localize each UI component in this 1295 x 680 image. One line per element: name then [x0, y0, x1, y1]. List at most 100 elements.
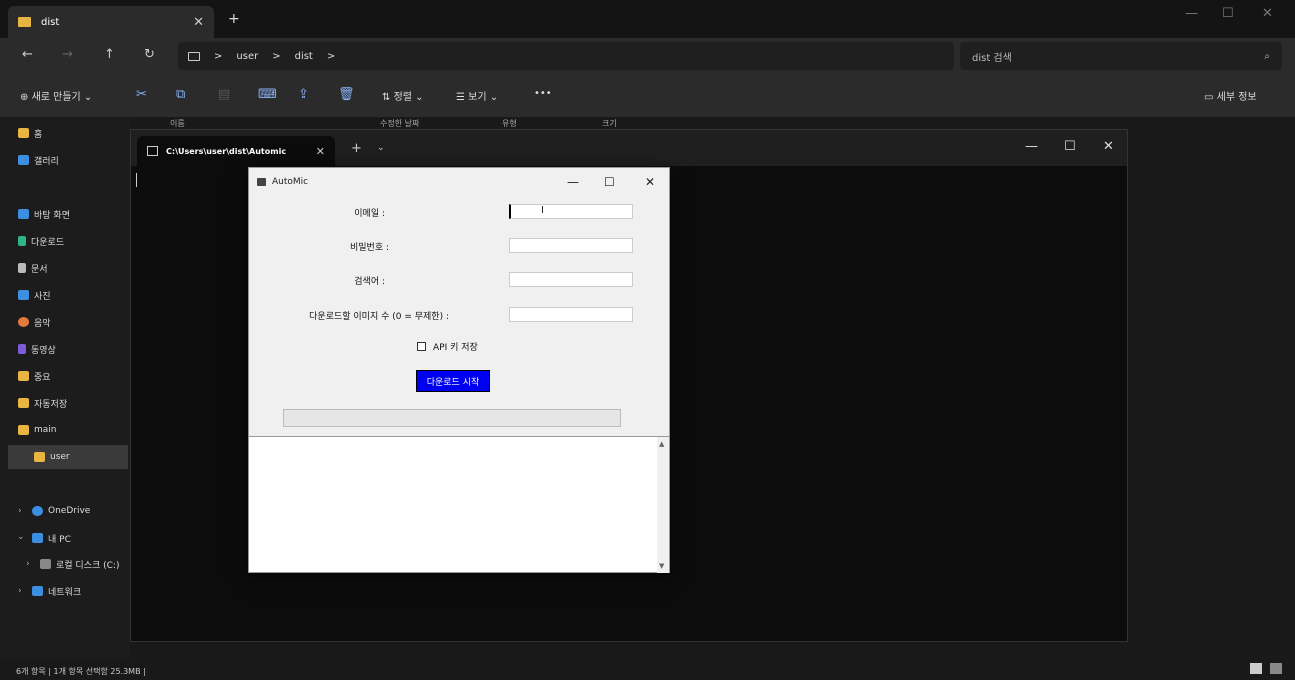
- log-scrollbar[interactable]: ▲ ▼: [657, 437, 669, 573]
- sidebar-item-thispc[interactable]: 내 PC: [32, 528, 128, 548]
- sidebar-item-home[interactable]: 홈: [18, 123, 128, 143]
- chevron-right-icon[interactable]: ›: [18, 506, 22, 516]
- explorer-tab-bar: dist ✕ + — ☐ ✕: [0, 0, 1295, 38]
- details-button-label: 세부 정보: [1216, 92, 1257, 103]
- sidebar-item-gallery[interactable]: 갤러리: [18, 150, 128, 170]
- view-button-label: 보기: [468, 92, 487, 103]
- explorer-maximize-button[interactable]: ☐: [1222, 6, 1234, 21]
- breadcrumb-dist[interactable]: dist: [295, 51, 313, 62]
- sidebar-label: 음악: [34, 318, 51, 329]
- refresh-button[interactable]: ↻: [144, 47, 155, 62]
- new-button[interactable]: ⊕ 새로 만들기 ⌄: [20, 88, 92, 103]
- details-view-icon[interactable]: [1250, 663, 1262, 674]
- explorer-tab-title: dist: [41, 16, 60, 28]
- back-button[interactable]: ←: [22, 47, 33, 62]
- breadcrumb-separator: >: [272, 50, 281, 62]
- sidebar-item-downloads[interactable]: 다운로드: [18, 231, 128, 251]
- delete-icon[interactable]: 🗑: [338, 87, 355, 102]
- share-icon[interactable]: ⇪: [298, 87, 309, 102]
- dialog-close-button[interactable]: ✕: [645, 175, 655, 189]
- desktop-icon: [18, 209, 29, 219]
- cloud-icon: [32, 506, 43, 516]
- explorer-command-bar: ⊕ 새로 만들기 ⌄ ✂ ⧉ ▤ ⌨ ⇪ 🗑 ⇅ 정렬 ⌄ ☰ 보기 ⌄ •••…: [0, 74, 1295, 118]
- new-tab-button[interactable]: +: [228, 11, 240, 27]
- terminal-tab[interactable]: C:\Users\user\dist\Automic ✕: [137, 136, 335, 166]
- gallery-icon: [18, 155, 29, 165]
- up-button[interactable]: ↑: [104, 47, 115, 62]
- sidebar-label: 다운로드: [31, 237, 65, 248]
- view-button[interactable]: ☰ 보기 ⌄: [456, 88, 498, 103]
- rename-icon[interactable]: ⌨: [258, 87, 277, 102]
- sidebar-item-network[interactable]: 네트워크: [32, 581, 128, 601]
- sort-button[interactable]: ⇅ 정렬 ⌄: [382, 88, 424, 103]
- details-button[interactable]: ▭ 세부 정보: [1204, 88, 1257, 103]
- save-api-key-label[interactable]: API 키 저장: [433, 340, 478, 353]
- keyword-field[interactable]: [509, 272, 633, 287]
- scroll-down-icon[interactable]: ▼: [659, 562, 664, 570]
- desktop: dist ✕ + — ☐ ✕ ← → ↑ ↻ > user > dist > d…: [0, 0, 1295, 680]
- close-tab-icon[interactable]: ✕: [193, 15, 204, 30]
- sidebar-item-folder-important[interactable]: 중요: [18, 366, 128, 386]
- sidebar-item-folder-user[interactable]: user: [8, 445, 128, 469]
- sidebar-label: 자동저장: [34, 399, 68, 410]
- chevron-right-icon[interactable]: ›: [18, 586, 22, 596]
- terminal-tab-close-icon[interactable]: ✕: [316, 145, 325, 158]
- explorer-tab-dist[interactable]: dist ✕: [8, 6, 214, 38]
- terminal-tab-title: C:\Users\user\dist\Automic: [166, 146, 287, 156]
- terminal-cursor: [136, 173, 137, 187]
- cut-icon[interactable]: ✂: [136, 87, 147, 102]
- breadcrumb-user[interactable]: user: [236, 51, 258, 62]
- terminal-minimize-button[interactable]: —: [1025, 139, 1038, 154]
- password-label: 비밀번호 :: [349, 243, 389, 253]
- count-label: 다운로드할 이미지 수 (0 = 무제한) :: [309, 312, 449, 322]
- sidebar-label: 네트워크: [48, 587, 82, 598]
- explorer-minimize-button[interactable]: —: [1185, 6, 1198, 21]
- email-field[interactable]: [509, 204, 633, 219]
- sidebar-item-videos[interactable]: 동영상: [18, 339, 128, 359]
- sidebar-item-documents[interactable]: 문서: [18, 258, 128, 278]
- copy-icon[interactable]: ⧉: [176, 87, 185, 102]
- sidebar-item-music[interactable]: 음악: [18, 312, 128, 332]
- terminal-maximize-button[interactable]: ☐: [1064, 139, 1076, 154]
- explorer-sidebar: [0, 118, 130, 660]
- save-api-key-checkbox[interactable]: [417, 342, 426, 351]
- explorer-address-row: ← → ↑ ↻ > user > dist > dist 검색 ⌕: [0, 38, 1295, 74]
- chevron-right-icon[interactable]: ›: [26, 559, 30, 569]
- sidebar-label: 내 PC: [48, 534, 71, 545]
- sidebar-label: 바탕 화면: [34, 210, 70, 221]
- sidebar-item-folder-main[interactable]: main: [18, 420, 128, 440]
- sidebar-item-desktop[interactable]: 바탕 화면: [18, 204, 128, 224]
- dialog-minimize-button[interactable]: —: [567, 175, 579, 189]
- sidebar-item-onedrive[interactable]: OneDrive: [32, 501, 128, 521]
- count-field[interactable]: [509, 307, 633, 322]
- terminal-new-tab-button[interactable]: +: [351, 141, 362, 156]
- password-field[interactable]: [509, 238, 633, 253]
- dialog-maximize-button[interactable]: ☐: [604, 175, 615, 189]
- sidebar-label: 중요: [34, 372, 51, 383]
- terminal-dropdown-icon[interactable]: ⌄: [377, 143, 385, 153]
- paste-icon[interactable]: ▤: [218, 87, 230, 102]
- forward-button[interactable]: →: [62, 47, 73, 62]
- tiles-view-icon[interactable]: [1270, 663, 1282, 674]
- terminal-close-button[interactable]: ✕: [1103, 139, 1114, 154]
- scroll-up-icon[interactable]: ▲: [659, 440, 664, 448]
- log-textarea[interactable]: ▲ ▼: [249, 436, 669, 573]
- sidebar-item-localdisk[interactable]: 로컬 디스크 (C:): [40, 554, 128, 574]
- chevron-down-icon[interactable]: ⌄: [17, 532, 25, 542]
- sidebar-item-pictures[interactable]: 사진: [18, 285, 128, 305]
- folder-icon: [18, 17, 31, 27]
- dialog-title: AutoMic: [272, 177, 309, 187]
- sidebar-item-folder-autosave[interactable]: 자동저장: [18, 393, 128, 413]
- sidebar-label: 홈: [34, 129, 43, 140]
- sidebar-label: 동영상: [31, 345, 56, 356]
- picture-icon: [18, 290, 29, 300]
- sidebar-label: 갤러리: [34, 156, 59, 167]
- document-icon: [18, 263, 26, 273]
- explorer-close-button[interactable]: ✕: [1262, 6, 1273, 21]
- more-button[interactable]: •••: [534, 88, 552, 99]
- search-input[interactable]: dist 검색 ⌕: [960, 42, 1282, 70]
- start-download-button[interactable]: 다운로드 시작: [416, 370, 490, 392]
- address-bar[interactable]: > user > dist >: [178, 42, 954, 70]
- text-cursor-icon: I: [541, 205, 544, 216]
- search-placeholder: dist 검색: [972, 52, 1012, 64]
